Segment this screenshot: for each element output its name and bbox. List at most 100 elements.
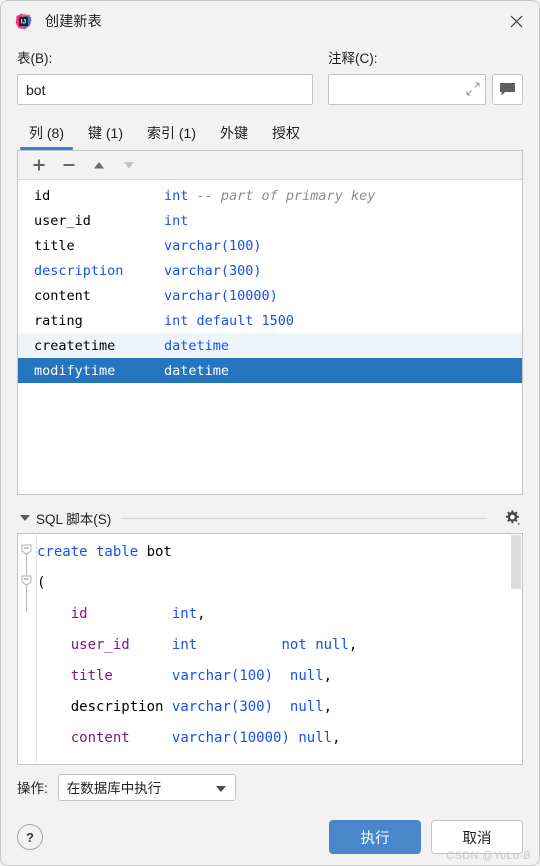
- action-label: 操作:: [17, 781, 48, 796]
- column-type: datetime: [164, 337, 230, 354]
- sql-line: title varchar(100) null,: [37, 661, 510, 692]
- comment-row: [328, 74, 523, 105]
- action-dropdown[interactable]: 在数据库中执行: [57, 773, 236, 801]
- tab-indexes[interactable]: 索引 (1): [135, 123, 208, 150]
- add-column-button[interactable]: [25, 153, 53, 177]
- column-row[interactable]: createtime datetime: [18, 333, 522, 358]
- triangle-down-icon[interactable]: [20, 515, 30, 521]
- help-button[interactable]: ?: [17, 824, 43, 850]
- table-properties-form: 表(B): 注释(C):: [1, 41, 539, 105]
- sql-line: create table bot: [37, 537, 510, 568]
- comment-input[interactable]: [328, 74, 486, 105]
- column-name: id: [34, 187, 51, 204]
- sql-token: null: [289, 668, 324, 684]
- sql-token: 300: [239, 699, 265, 715]
- sql-token: not null: [281, 637, 349, 653]
- column-row[interactable]: user_id int: [18, 208, 522, 233]
- sql-line: (: [37, 568, 510, 599]
- column-type: int: [164, 212, 189, 229]
- sql-token: varchar(: [171, 730, 240, 746]
- execute-button[interactable]: 执行: [329, 820, 421, 854]
- sql-token: null: [289, 699, 324, 715]
- sql-token: create table: [37, 544, 147, 560]
- close-icon[interactable]: [499, 6, 533, 36]
- sql-token: ,: [348, 637, 358, 653]
- sql-token: ): [264, 699, 274, 715]
- column-row[interactable]: description varchar(300): [18, 258, 522, 283]
- sql-line: user_id int not null,: [37, 630, 510, 661]
- sql-line: id int,: [37, 599, 510, 630]
- move-up-button[interactable]: [85, 153, 113, 177]
- sql-token: (: [37, 575, 46, 591]
- column-type: varchar(10000): [164, 287, 278, 304]
- fold-marker-icon[interactable]: [21, 543, 32, 555]
- column-row[interactable]: modifytime datetime: [18, 358, 522, 383]
- sql-token: ,: [197, 606, 206, 622]
- column-name: createtime: [34, 337, 116, 354]
- editor-gutter: [18, 534, 37, 764]
- sql-token: 10000: [239, 730, 282, 746]
- column-type: datetime: [164, 362, 230, 379]
- column-type: varchar(100): [164, 237, 262, 254]
- table-name-label: 表(B):: [17, 51, 53, 66]
- column-type: int: [164, 187, 189, 204]
- section-divider: [121, 517, 487, 519]
- comment-field-group: 注释(C):: [313, 47, 523, 105]
- sql-token: user_id: [70, 637, 130, 653]
- column-name: modifytime: [34, 362, 116, 379]
- remove-column-button[interactable]: [55, 153, 83, 177]
- sql-token: description: [70, 699, 164, 715]
- column-row[interactable]: title varchar(100): [18, 233, 522, 258]
- tab-keys-label: 键 (1): [88, 125, 123, 141]
- column-type: varchar(300): [164, 262, 262, 279]
- fold-marker-icon[interactable]: [21, 574, 32, 586]
- tab-columns-label: 列 (8): [29, 125, 64, 141]
- column-row[interactable]: content varchar(10000): [18, 283, 522, 308]
- dialog-footer: 操作: 在数据库中执行 ? 执行 取消: [1, 765, 539, 865]
- comment-bubble-icon[interactable]: [492, 74, 523, 105]
- comment-input-wrapper: [328, 74, 486, 105]
- tab-grants[interactable]: 授权: [260, 123, 312, 150]
- cancel-button[interactable]: 取消: [431, 820, 523, 854]
- gear-icon[interactable]: [501, 507, 523, 529]
- sql-line: description varchar(300) null,: [37, 692, 510, 723]
- sql-token: varchar(: [171, 668, 240, 684]
- tab-keys[interactable]: 键 (1): [76, 123, 135, 150]
- column-row[interactable]: id int -- part of primary key: [18, 183, 522, 208]
- sql-token: null: [298, 730, 333, 746]
- sql-line: content varchar(10000) null,: [37, 723, 510, 754]
- window-title: 创建新表: [45, 13, 102, 29]
- sql-script-editor[interactable]: create table bot ( id int, user_id int no…: [17, 533, 523, 765]
- button-row: ? 执行 取消: [17, 809, 523, 865]
- tab-columns[interactable]: 列 (8): [17, 123, 76, 150]
- table-name-input[interactable]: [17, 74, 313, 105]
- sql-token: varchar(: [171, 699, 240, 715]
- sql-token: ,: [332, 730, 341, 746]
- sql-script-title: SQL 脚本(S): [36, 512, 112, 527]
- column-row[interactable]: rating int default 1500: [18, 308, 522, 333]
- execute-button-label: 执行: [360, 830, 390, 847]
- cancel-button-label: 取消: [462, 830, 492, 847]
- tab-foreign-keys[interactable]: 外键: [208, 123, 260, 150]
- sql-token: int: [171, 606, 198, 622]
- tab-grants-label: 授权: [272, 125, 300, 141]
- expand-icon[interactable]: [466, 82, 480, 96]
- columns-list[interactable]: id int -- part of primary key user_id int ti…: [18, 180, 522, 494]
- tab-foreign-keys-label: 外键: [220, 125, 248, 141]
- vertical-scrollbar[interactable]: [511, 535, 521, 589]
- create-table-dialog: IJ 创建新表 表(B): 注释(C):: [0, 0, 540, 866]
- action-dropdown-value: 在数据库中执行: [66, 781, 162, 796]
- sql-token: ): [281, 730, 290, 746]
- table-editor-tabs: 列 (8) 键 (1) 索引 (1) 外键 授权: [1, 105, 539, 150]
- tab-indexes-label: 索引 (1): [147, 125, 196, 141]
- sql-script-text[interactable]: create table bot ( id int, user_id int no…: [37, 534, 510, 764]
- column-name: title: [34, 237, 75, 254]
